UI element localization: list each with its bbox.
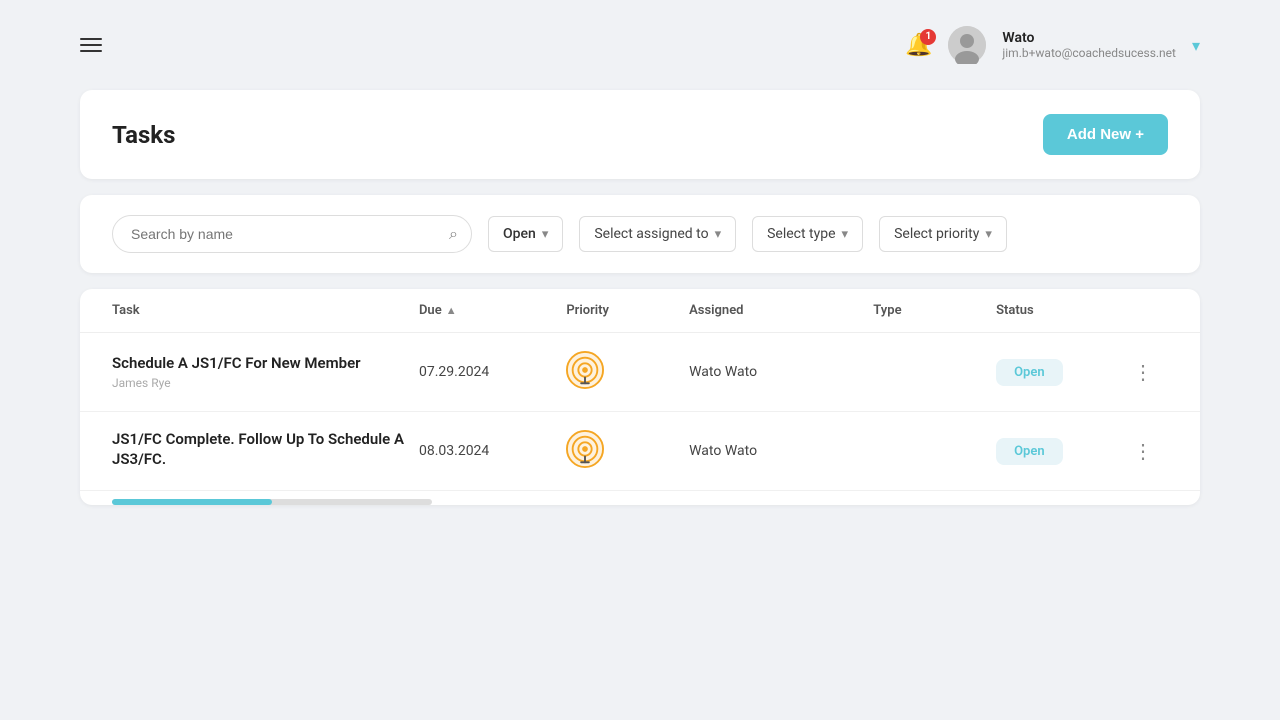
- filter-card: ⌕ Open ▾ Select assigned to ▾ Select typ…: [80, 195, 1200, 273]
- search-icon: ⌕: [449, 224, 458, 244]
- type-filter-chevron: ▾: [842, 227, 849, 242]
- col-due[interactable]: Due ▲: [419, 303, 566, 318]
- assigned-1: Wato Wato: [689, 364, 873, 380]
- task-title-2: JS1/FC Complete. Follow Up To Schedule A…: [112, 430, 419, 469]
- hamburger-menu[interactable]: [80, 38, 102, 52]
- col-status: Status: [996, 303, 1119, 318]
- notification-badge: 1: [920, 29, 936, 45]
- status-filter-label: Open: [503, 226, 536, 242]
- header: 🔔 1 Wato jim.b+wato@coachedsucess.net ▾: [0, 0, 1280, 90]
- header-right: 🔔 1 Wato jim.b+wato@coachedsucess.net ▾: [905, 26, 1200, 64]
- page-title: Tasks: [112, 121, 175, 149]
- user-name: Wato: [1002, 30, 1034, 46]
- assigned-filter-chevron: ▾: [715, 227, 722, 242]
- col-type: Type: [873, 303, 996, 318]
- status-cell-1: Open: [996, 359, 1119, 386]
- type-filter-label: Select type: [767, 226, 835, 242]
- table-row: JS1/FC Complete. Follow Up To Schedule A…: [80, 412, 1200, 491]
- col-priority: Priority: [566, 303, 689, 318]
- status-cell-2: Open: [996, 438, 1119, 465]
- task-cell-2: JS1/FC Complete. Follow Up To Schedule A…: [112, 430, 419, 472]
- assigned-filter[interactable]: Select assigned to ▾: [579, 216, 736, 252]
- col-actions: [1119, 303, 1168, 318]
- user-email: jim.b+wato@coachedsucess.net: [1002, 46, 1176, 60]
- col-task: Task: [112, 303, 419, 318]
- page-content: Tasks Add New + ⌕ Open ▾ Select assigned…: [0, 90, 1280, 505]
- scrollbar-thumb: [112, 499, 272, 505]
- search-input[interactable]: [112, 215, 472, 253]
- status-badge-2: Open: [996, 438, 1063, 465]
- priority-target-icon-1: [566, 351, 604, 389]
- type-filter[interactable]: Select type ▾: [752, 216, 863, 252]
- assigned-2: Wato Wato: [689, 443, 873, 459]
- status-filter-chevron: ▾: [542, 227, 549, 242]
- status-filter[interactable]: Open ▾: [488, 216, 563, 252]
- task-subtitle-1: James Rye: [112, 376, 419, 390]
- sort-arrow-due: ▲: [446, 304, 457, 317]
- user-info: Wato jim.b+wato@coachedsucess.net: [1002, 30, 1176, 60]
- due-date-2: 08.03.2024: [419, 443, 566, 459]
- add-new-button[interactable]: Add New +: [1043, 114, 1168, 155]
- task-cell-1: Schedule A JS1/FC For New Member James R…: [112, 354, 419, 391]
- priority-cell-2: [566, 430, 689, 472]
- search-wrap: ⌕: [112, 215, 472, 253]
- priority-filter[interactable]: Select priority ▾: [879, 216, 1007, 252]
- tasks-header-card: Tasks Add New +: [80, 90, 1200, 179]
- assigned-filter-label: Select assigned to: [594, 226, 708, 242]
- row-more-menu-2[interactable]: ⋮: [1119, 439, 1168, 463]
- priority-cell-1: [566, 351, 689, 393]
- avatar[interactable]: [948, 26, 986, 64]
- notification-bell[interactable]: 🔔 1: [905, 33, 932, 58]
- due-date-1: 07.29.2024: [419, 364, 566, 380]
- row-more-menu-1[interactable]: ⋮: [1119, 360, 1168, 384]
- user-dropdown-chevron[interactable]: ▾: [1192, 36, 1200, 55]
- status-badge-1: Open: [996, 359, 1063, 386]
- priority-filter-chevron: ▾: [985, 227, 992, 242]
- table-header: Task Due ▲ Priority Assigned Type Status: [80, 289, 1200, 333]
- tasks-table: Task Due ▲ Priority Assigned Type Status: [80, 289, 1200, 505]
- task-title-1: Schedule A JS1/FC For New Member: [112, 354, 419, 374]
- table-row: Schedule A JS1/FC For New Member James R…: [80, 333, 1200, 412]
- col-assigned: Assigned: [689, 303, 873, 318]
- scrollbar-track: [112, 499, 432, 505]
- horizontal-scrollbar[interactable]: [80, 491, 1200, 505]
- priority-filter-label: Select priority: [894, 226, 979, 242]
- avatar-icon: [948, 26, 986, 64]
- priority-target-icon-2: [566, 430, 604, 468]
